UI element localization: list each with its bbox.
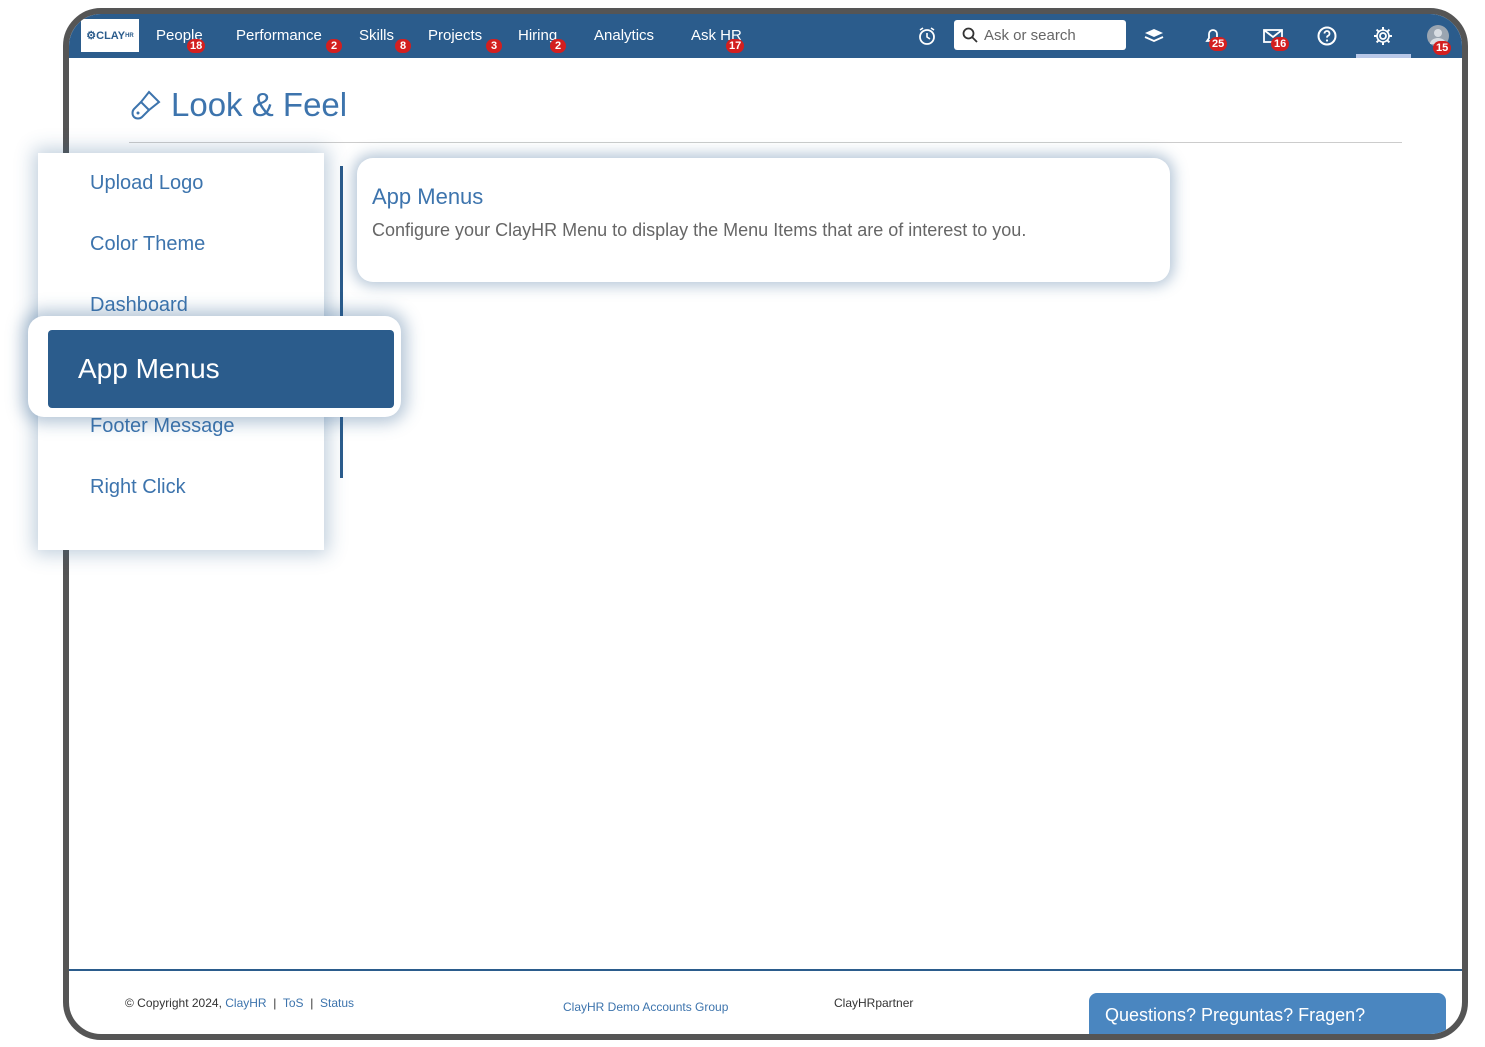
paint-brush-icon — [129, 88, 163, 122]
layers-icon[interactable] — [1140, 22, 1168, 50]
logo-text: CLAY — [96, 29, 126, 42]
page-title: Look & Feel — [129, 86, 347, 124]
logo-gear-icon: ⚙ — [86, 30, 97, 42]
nav-projects-badge: 3 — [486, 39, 502, 53]
app-menus-card[interactable]: App Menus Configure your ClayHR Menu to … — [357, 158, 1170, 282]
nav-projects[interactable]: Projects 3 — [428, 27, 502, 53]
sidebar-item-right-click[interactable]: Right Click — [90, 476, 186, 499]
sidebar-item-footer-message[interactable]: Footer Message — [90, 415, 235, 438]
title-divider — [129, 142, 1402, 143]
nav-projects-label: Projects — [428, 27, 483, 44]
card-description: Configure your ClayHR Menu to display th… — [372, 220, 1027, 240]
alarm-clock-icon[interactable] — [913, 22, 941, 50]
page-title-text: Look & Feel — [171, 86, 348, 123]
nav-performance[interactable]: Performance 2 — [236, 27, 342, 53]
nav-hiring[interactable]: Hiring 2 — [518, 27, 566, 53]
footer-copyright: © Copyright 2024, ClayHR | ToS | Status — [125, 996, 354, 1010]
notifications-badge: 25 — [1209, 37, 1228, 51]
nav-performance-label: Performance — [236, 27, 322, 44]
search-icon — [954, 27, 982, 43]
nav-skills[interactable]: Skills 8 — [359, 27, 411, 53]
copyright-text: © Copyright 2024, — [125, 996, 222, 1010]
settings-active-indicator — [1356, 54, 1411, 58]
messages-envelope-icon[interactable]: 16 — [1259, 22, 1290, 51]
sidebar-item-dashboard[interactable]: Dashboard — [90, 294, 188, 317]
nav-ask-hr[interactable]: Ask HR 17 — [691, 27, 745, 53]
nav-analytics-label: Analytics — [594, 27, 655, 44]
status-link[interactable]: Status — [320, 996, 354, 1010]
settings-gear-icon[interactable] — [1369, 22, 1397, 50]
search-input[interactable] — [982, 25, 1126, 45]
nav-people[interactable]: People 18 — [156, 27, 206, 53]
nav-analytics[interactable]: Analytics — [594, 27, 654, 44]
nav-skills-badge: 8 — [395, 39, 411, 53]
nav-skills-label: Skills — [359, 27, 395, 44]
clayhr-logo[interactable]: ⚙ CLAY HR — [81, 19, 139, 52]
card-title: App Menus — [372, 184, 484, 209]
nav-hiring-badge: 2 — [550, 39, 566, 53]
logo-sub: HR — [125, 32, 134, 39]
clayhr-link[interactable]: ClayHR — [225, 996, 266, 1010]
footer-separator: | — [273, 996, 277, 1010]
messages-badge: 16 — [1271, 37, 1290, 51]
questions-chat-button[interactable]: Questions? Preguntas? Fragen? — [1089, 993, 1446, 1034]
nav-ask-hr-badge: 17 — [726, 39, 745, 53]
footer-partner-text: ClayHRpartner — [834, 996, 914, 1010]
tos-link[interactable]: ToS — [283, 996, 304, 1010]
active-item-highlight: App Menus — [28, 316, 401, 417]
sidebar-item-color-theme[interactable]: Color Theme — [90, 233, 205, 256]
search-box[interactable] — [954, 20, 1126, 50]
footer-divider — [69, 969, 1462, 971]
help-icon[interactable] — [1313, 22, 1341, 50]
footer-group-link[interactable]: ClayHR Demo Accounts Group — [563, 1000, 728, 1014]
profile-avatar[interactable]: 15 — [1424, 22, 1452, 55]
notifications-bell-icon[interactable]: 25 — [1199, 22, 1228, 51]
sidebar-item-app-menus[interactable]: App Menus — [48, 330, 394, 408]
top-navigation-bar: ⚙ CLAY HR People 18 Performance 2 Skills … — [69, 14, 1462, 58]
profile-badge: 15 — [1433, 41, 1452, 55]
sidebar-item-upload-logo[interactable]: Upload Logo — [90, 172, 203, 195]
nav-performance-badge: 2 — [326, 39, 342, 53]
footer-separator: | — [310, 996, 314, 1010]
nav-people-badge: 18 — [187, 39, 206, 53]
